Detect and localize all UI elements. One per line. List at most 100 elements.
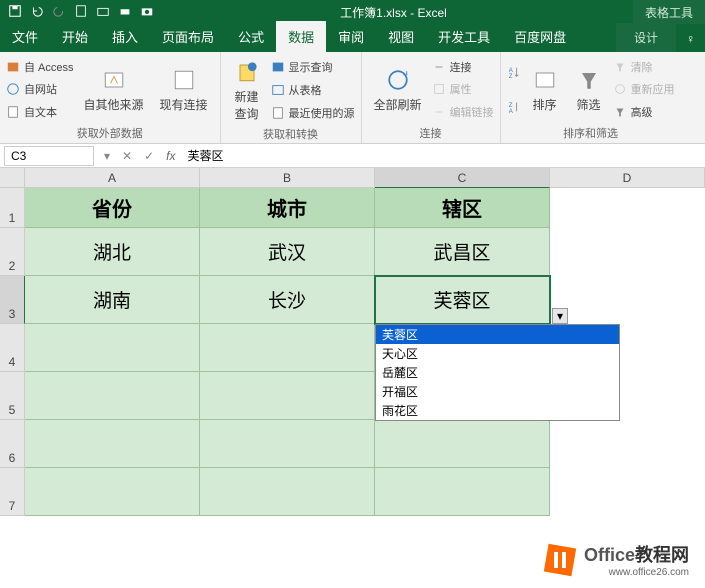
dropdown-option[interactable]: 开福区 [376, 382, 619, 401]
tab-review[interactable]: 审阅 [326, 21, 376, 52]
cell-a4[interactable] [25, 324, 200, 372]
quick-access-toolbar [0, 4, 154, 21]
cell-b7[interactable] [200, 468, 375, 516]
formula-input[interactable]: 芙蓉区 [182, 145, 705, 166]
cell-b4[interactable] [200, 324, 375, 372]
from-web-button[interactable]: 自网站 [6, 80, 74, 98]
dropdown-option[interactable]: 天心区 [376, 344, 619, 363]
dropdown-option[interactable]: 雨花区 [376, 401, 619, 420]
sort-desc-button[interactable]: ZA [507, 99, 521, 115]
validation-dropdown[interactable]: 芙蓉区 天心区 岳麓区 开福区 雨花区 [375, 324, 620, 421]
ribbon: 自 Access 自网站 自文本 自其他来源 现有连接 获取外部数据 新建 查询… [0, 52, 705, 144]
edit-links-button: 编辑链接 [432, 103, 494, 121]
ribbon-group-sort-filter: AZ ZA 排序 筛选 清除 重新应用 高级 排序和筛选 [501, 52, 681, 143]
new-icon[interactable] [74, 4, 88, 21]
tab-pagelayout[interactable]: 页面布局 [150, 21, 226, 52]
existing-connections-button[interactable]: 现有连接 [154, 56, 214, 123]
refresh-all-button[interactable]: 全部刷新 [368, 56, 428, 123]
show-queries-button[interactable]: 显示查询 [271, 58, 355, 76]
tab-developer[interactable]: 开发工具 [426, 21, 502, 52]
cell-a3[interactable]: 湖南 [25, 276, 200, 324]
office-logo-icon [542, 542, 578, 578]
dropdown-option[interactable]: 芙蓉区 [376, 325, 619, 344]
from-other-sources-button[interactable]: 自其他来源 [78, 56, 150, 123]
camera-icon[interactable] [140, 4, 154, 21]
tell-me-icon[interactable]: ♀ [676, 26, 705, 52]
from-text-button[interactable]: 自文本 [6, 103, 74, 121]
new-query-button[interactable]: 新建 查询 [227, 56, 267, 124]
cell-c6[interactable] [375, 420, 550, 468]
cell-b2[interactable]: 武汉 [200, 228, 375, 276]
tab-insert[interactable]: 插入 [100, 21, 150, 52]
tab-design[interactable]: 设计 [616, 23, 676, 52]
cell-b3[interactable]: 长沙 [200, 276, 375, 324]
ribbon-group-connections: 全部刷新 连接 属性 编辑链接 连接 [362, 52, 501, 143]
dropdown-option[interactable]: 岳麓区 [376, 363, 619, 382]
col-header-c[interactable]: C [375, 168, 550, 188]
save-icon[interactable] [8, 4, 22, 21]
watermark: Office教程网 www.office26.com [542, 541, 689, 578]
ribbon-group-label: 连接 [368, 123, 494, 141]
from-access-button[interactable]: 自 Access [6, 58, 74, 76]
row-headers: 1 2 3 4 5 6 7 [0, 188, 25, 516]
fx-icon[interactable]: fx [160, 149, 181, 163]
ribbon-group-get-transform: 新建 查询 显示查询 从表格 最近使用的源 获取和转换 [221, 52, 362, 143]
clear-filter-button: 清除 [613, 58, 675, 76]
open-icon[interactable] [96, 4, 110, 21]
tab-home[interactable]: 开始 [50, 21, 100, 52]
cell-c7[interactable] [375, 468, 550, 516]
row-header-2[interactable]: 2 [0, 228, 25, 276]
tab-baidu[interactable]: 百度网盘 [502, 21, 578, 52]
cell-c3[interactable]: 芙蓉区 [375, 276, 550, 324]
undo-icon[interactable] [30, 4, 44, 21]
sort-asc-button[interactable]: AZ [507, 64, 521, 80]
cell-a5[interactable] [25, 372, 200, 420]
confirm-icon[interactable]: ✓ [138, 149, 160, 163]
cell-c1[interactable]: 辖区 [375, 188, 550, 228]
cell-a7[interactable] [25, 468, 200, 516]
select-all-corner[interactable] [0, 168, 25, 188]
ribbon-group-external-data: 自 Access 自网站 自文本 自其他来源 现有连接 获取外部数据 [0, 52, 221, 143]
cell-b1[interactable]: 城市 [200, 188, 375, 228]
ribbon-group-label: 排序和筛选 [507, 123, 675, 141]
cell-a2[interactable]: 湖北 [25, 228, 200, 276]
svg-text:Z: Z [508, 73, 512, 79]
svg-text:A: A [508, 108, 513, 114]
row-header-4[interactable]: 4 [0, 324, 25, 372]
row-header-7[interactable]: 7 [0, 468, 25, 516]
row-header-5[interactable]: 5 [0, 372, 25, 420]
ribbon-group-label: 获取外部数据 [6, 123, 214, 141]
col-header-b[interactable]: B [200, 168, 375, 188]
row-header-3[interactable]: 3 [0, 276, 25, 324]
filter-button[interactable]: 筛选 [569, 56, 609, 123]
col-header-d[interactable]: D [550, 168, 705, 188]
cell-a1[interactable]: 省份 [25, 188, 200, 228]
tab-view[interactable]: 视图 [376, 21, 426, 52]
reapply-button: 重新应用 [613, 80, 675, 98]
row-header-1[interactable]: 1 [0, 188, 25, 228]
name-box-dropdown-icon[interactable]: ▾ [98, 149, 116, 163]
formula-bar: ▾ ✕ ✓ fx 芙蓉区 [0, 144, 705, 168]
connections-button[interactable]: 连接 [432, 58, 494, 76]
dropdown-handle-icon[interactable]: ▾ [552, 308, 568, 324]
window-title: 工作簿1.xlsx - Excel [154, 4, 633, 21]
col-header-a[interactable]: A [25, 168, 200, 188]
print-icon[interactable] [118, 4, 132, 21]
name-box[interactable] [4, 146, 94, 166]
tab-file[interactable]: 文件 [0, 21, 50, 52]
cancel-icon[interactable]: ✕ [116, 149, 138, 163]
row-header-6[interactable]: 6 [0, 420, 25, 468]
from-table-button[interactable]: 从表格 [271, 81, 355, 99]
advanced-filter-button[interactable]: 高级 [613, 103, 675, 121]
redo-icon[interactable] [52, 4, 66, 21]
cells-area[interactable]: 省份 城市 辖区 湖北 武汉 武昌区 湖南 长沙 芙蓉区 ▾ [25, 188, 705, 516]
sort-button[interactable]: 排序 [525, 56, 565, 123]
ribbon-tabs: 文件 开始 插入 页面布局 公式 数据 审阅 视图 开发工具 百度网盘 设计 ♀ [0, 24, 705, 52]
cell-b6[interactable] [200, 420, 375, 468]
recent-sources-button[interactable]: 最近使用的源 [271, 104, 355, 122]
cell-c2[interactable]: 武昌区 [375, 228, 550, 276]
tab-data[interactable]: 数据 [276, 21, 326, 52]
cell-a6[interactable] [25, 420, 200, 468]
tab-formulas[interactable]: 公式 [226, 21, 276, 52]
cell-b5[interactable] [200, 372, 375, 420]
